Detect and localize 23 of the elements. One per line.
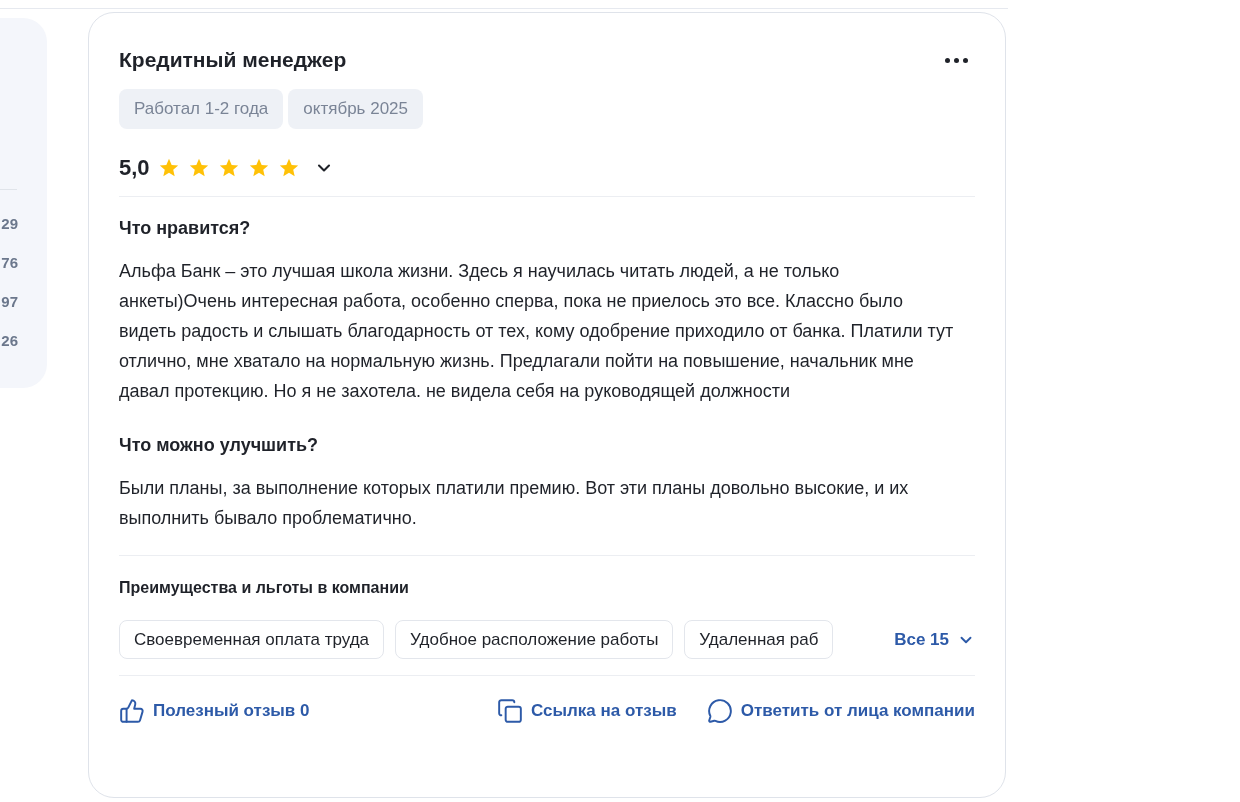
benefit-chip: Своевременная оплата труда: [119, 620, 385, 659]
link-button[interactable]: Ссылка на отзыв: [497, 698, 677, 724]
count-number: 29: [1, 214, 18, 234]
like-button[interactable]: Полезный отзыв 0: [119, 698, 310, 724]
chat-icon: [706, 698, 733, 724]
tag: октябрь 2025: [288, 89, 423, 129]
rating-value: 5,0: [119, 154, 150, 182]
show-all-button[interactable]: Все 15: [894, 626, 975, 653]
review-title: Кредитный менеджер: [119, 47, 347, 73]
section-heading: Что можно улучшить?: [119, 434, 320, 457]
benefits-heading: Преимущества и льготы в компании: [119, 578, 410, 598]
benefit-chip: Удобное расположение работы: [395, 620, 674, 659]
section-text: Были планы, за выполнение которых платили премию. Вот эти планы довольно высокие, и их выполнить бывало проблематично.: [119, 477, 910, 530]
count-number: 97: [1, 292, 18, 312]
section-text: Альфа Банк – это лучшая школа жизни. Здесь я научилась читать людей, а не только анкеты)Очень интересная работа, особенно сперва, пока не приелось это все. Классно было видеть радость и слышать благодарность от тех, кому одобрение приходило от банка. Платили тут отлично, мне хватало на нормальную жизнь. Предлагали пойти на повышение, начальник мне давал протекцию. Но я не захотела. не видела себя на руководящей должности: [119, 260, 955, 403]
reply-button[interactable]: Ответить от лица компании: [706, 698, 975, 724]
tag: Работал 1-2 года: [119, 89, 284, 129]
count-number: 76: [1, 253, 18, 273]
benefit-chip: Удаленная раб: [684, 620, 834, 659]
thumbs-up-icon: [119, 698, 145, 724]
section-heading: Что нравится?: [119, 217, 252, 240]
count-number: 26: [1, 331, 18, 351]
copy-icon: [497, 698, 524, 724]
